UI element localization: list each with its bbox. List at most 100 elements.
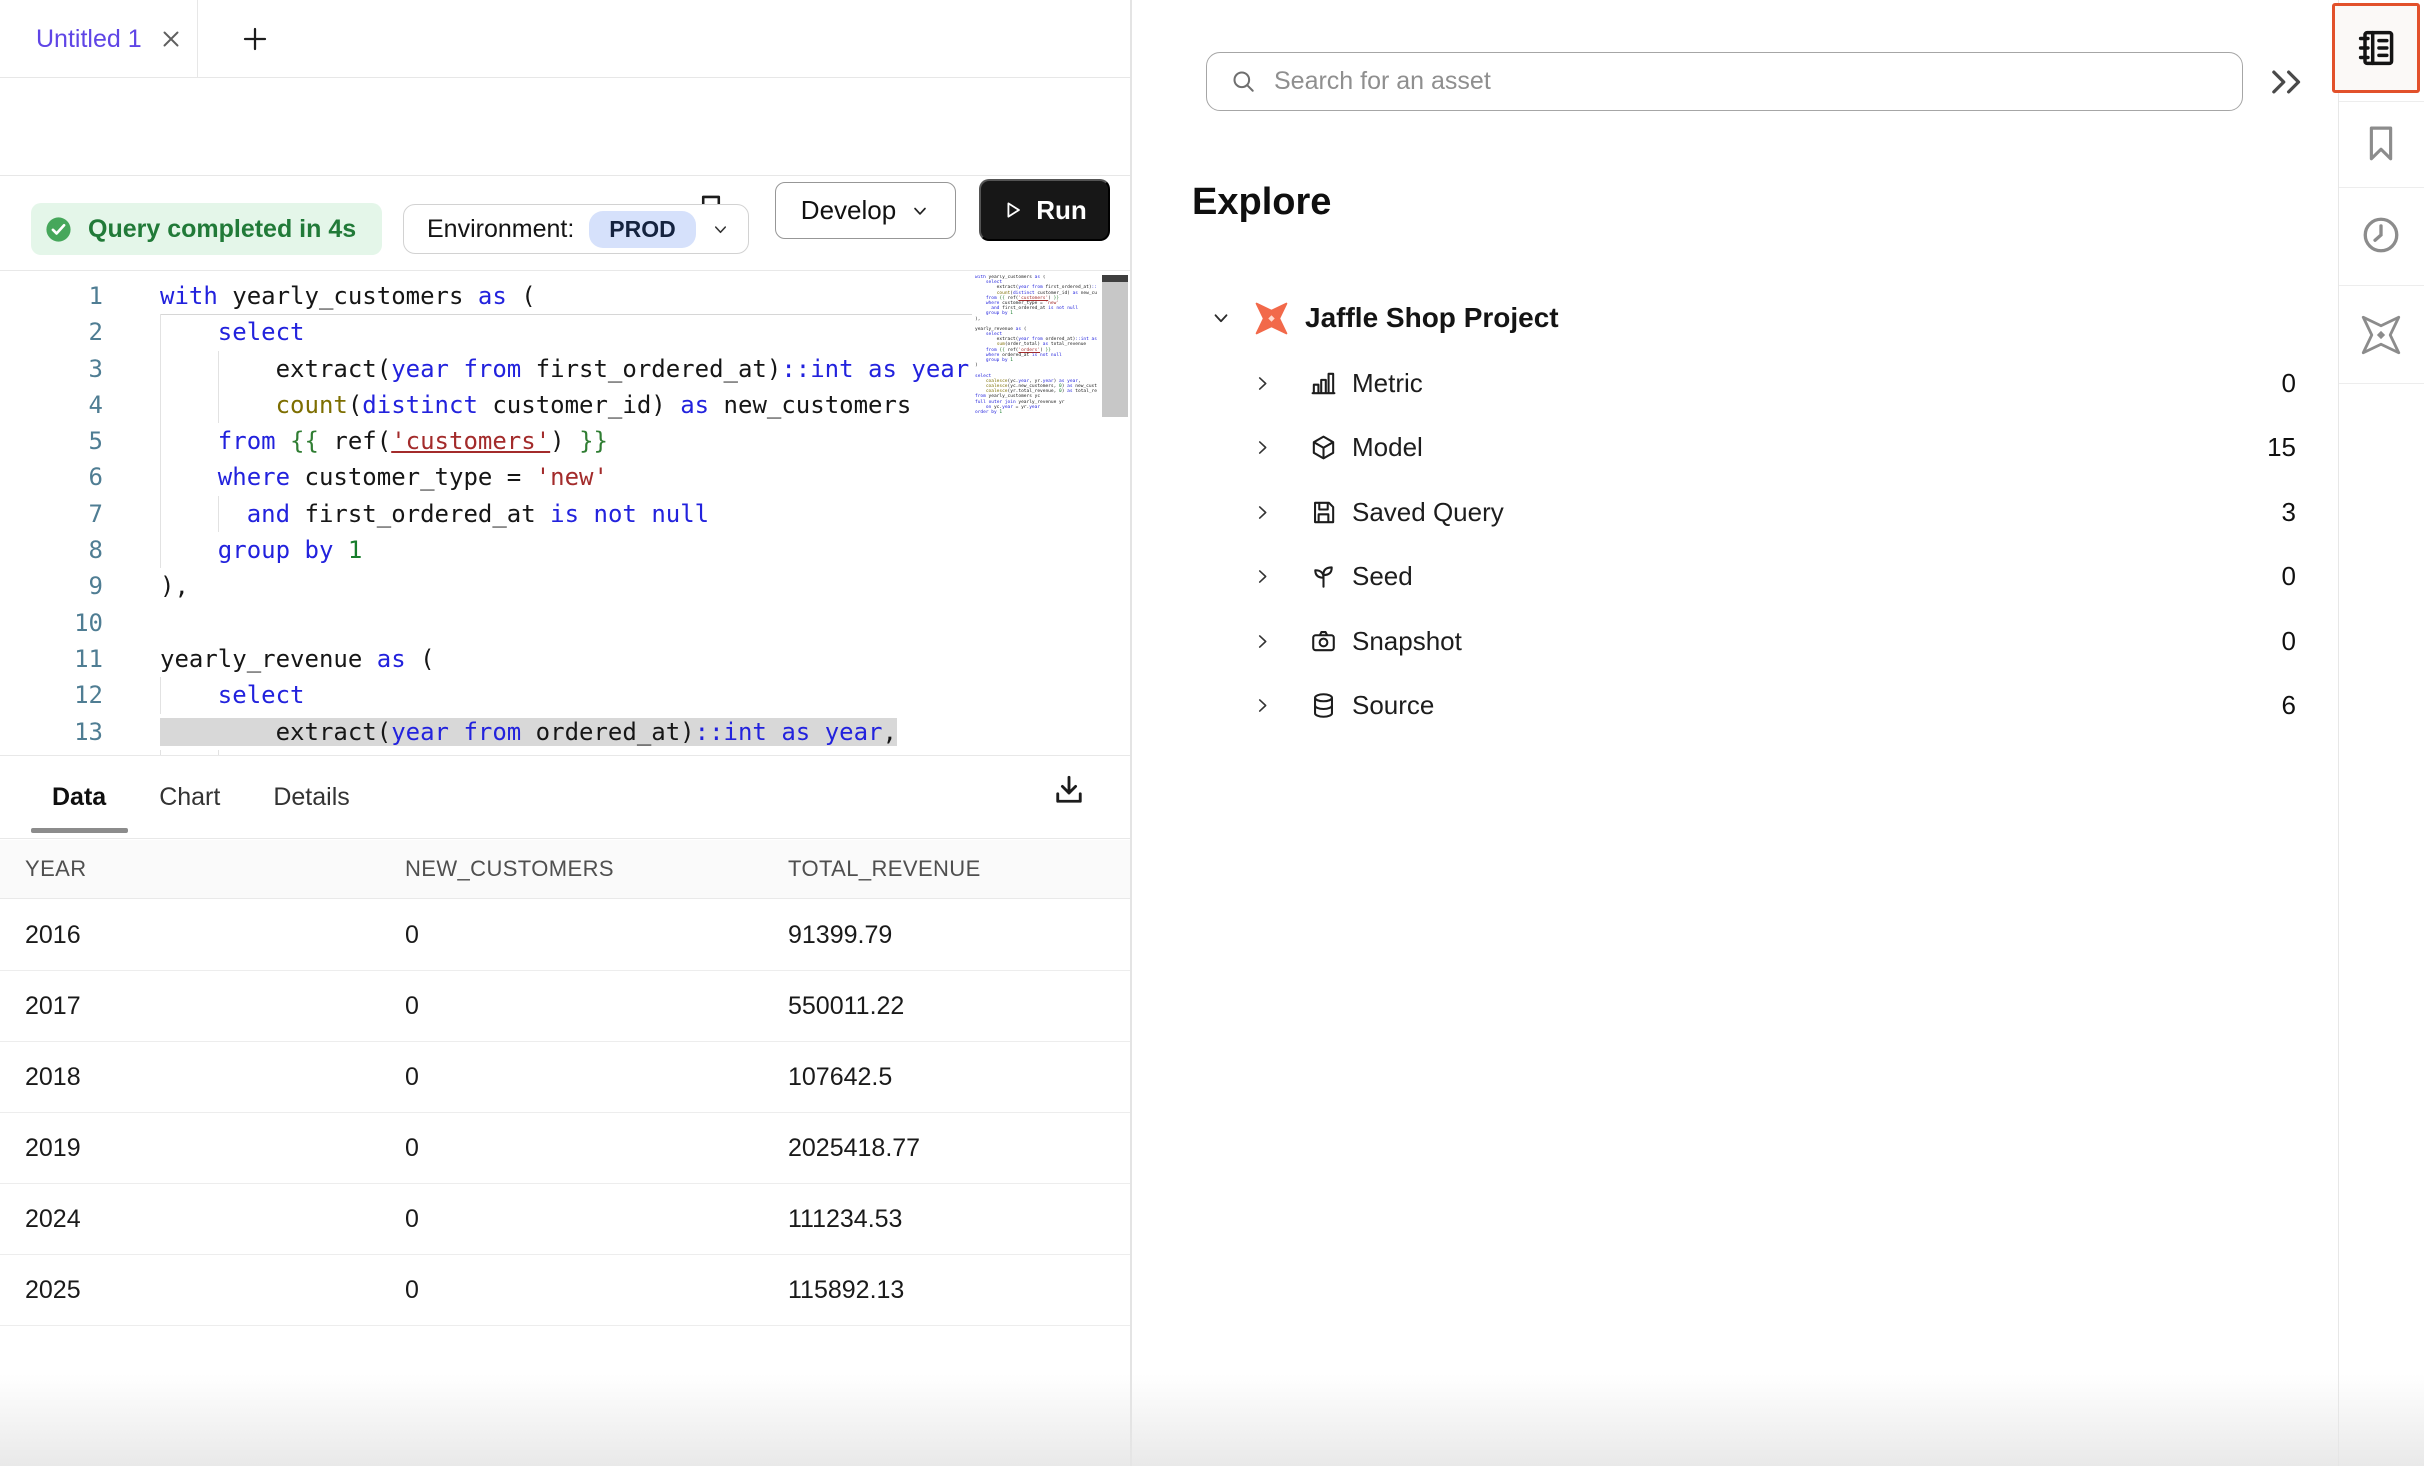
chevron-right-icon[interactable] [1253,503,1272,522]
tree-item-label: Source [1352,690,1434,721]
gutter-line-number: 3 [0,351,103,387]
collapse-panel-button[interactable] [2264,62,2310,102]
dbt-project-logo-icon [1253,300,1290,337]
table-row: 20250115892.13 [0,1255,1130,1326]
code-line[interactable]: and first_ordered_at is not null [160,496,972,532]
table-cell: 2025418.77 [763,1134,1130,1163]
tree-item-count: 15 [2267,432,2296,463]
develop-menu-button[interactable]: Develop [775,182,956,239]
editor-code-area[interactable]: with yearly_customers as ( select extrac… [160,278,972,755]
indent-guide-line [160,459,161,495]
tree-item-count: 0 [2282,626,2296,657]
code-line[interactable]: where customer_type = 'new' [160,459,972,495]
indent-guide-line [160,496,161,532]
code-line[interactable] [160,605,972,641]
gutter-line-number: 13 [0,714,103,750]
code-line[interactable]: select [160,314,972,350]
download-results-button[interactable] [1051,772,1087,808]
tree-item-label: Metric [1352,368,1423,399]
environment-selector[interactable]: Environment: PROD [403,204,749,254]
code-line[interactable]: ), [160,568,972,604]
column-header: YEAR [0,856,380,882]
tab-untitled-1[interactable]: Untitled 1 [0,0,198,78]
environment-value-badge: PROD [589,211,695,248]
dbt-assist-rail-button[interactable] [2359,313,2403,357]
search-icon [1230,68,1257,95]
results-tab-data[interactable]: Data [52,783,106,812]
chevron-right-icon[interactable] [1253,632,1272,651]
gutter-line-number: 9 [0,568,103,604]
gutter-line-number: 5 [0,423,103,459]
code-line[interactable]: select [160,677,972,713]
code-line[interactable]: yearly_revenue as ( [160,641,972,677]
gutter-line-number: 8 [0,532,103,568]
gutter-line-number: 2 [0,314,103,350]
table-row: 20180107642.5 [0,1042,1130,1113]
code-line[interactable]: with yearly_customers as ( [160,278,972,314]
play-icon [1002,199,1024,221]
new-tab-button[interactable] [224,0,286,78]
results-tab-chart[interactable]: Chart [159,783,220,812]
table-cell: 91399.79 [763,921,1130,950]
tree-item-count: 0 [2282,368,2296,399]
results-table-body: 2016091399.7920170550011.2220180107642.5… [0,900,1130,1326]
rail-separator [2339,101,2424,102]
indent-guide-line [160,677,161,713]
code-line[interactable]: extract(year from ordered_at)::int as ye… [160,714,972,750]
table-cell: 115892.13 [763,1276,1130,1305]
app-window: Untitled 1 Develop Run Query completed i… [0,0,2424,1466]
column-header: TOTAL_REVENUE [763,856,1130,882]
notebook-panel-icon [2354,26,2398,70]
tree-item-model[interactable]: Model 15 [1132,416,2296,481]
rail-separator [2339,187,2424,188]
history-rail-button[interactable] [2360,214,2402,256]
tree-item-seed[interactable]: Seed0 [1132,545,2296,610]
explore-tree: Jaffle Shop Project Metric 0 Model 15 Saved … [1132,285,2296,738]
check-circle-icon [44,215,73,244]
environment-label: Environment: [427,215,574,244]
tree-item-count: 3 [2282,497,2296,528]
run-button[interactable]: Run [979,179,1110,241]
tree-item-snapshot[interactable]: Snapshot0 [1132,609,2296,674]
project-name: Jaffle Shop Project [1305,302,1559,334]
chevron-down-icon[interactable] [1210,307,1232,329]
table-cell: 0 [380,992,763,1021]
indent-guide-line [218,351,219,387]
chevron-right-icon[interactable] [1253,374,1272,393]
code-line[interactable]: count(distinct customer_id) as new_custo… [160,387,972,423]
editor-scrollbar-thumb[interactable] [1102,275,1128,282]
editor-minimap[interactable]: with yearly_customers as ( select extrac… [975,275,1097,445]
table-cell: 2018 [0,1063,380,1092]
table-cell: 0 [380,1205,763,1234]
chevron-right-icon[interactable] [1253,567,1272,586]
chevron-right-icon[interactable] [1253,438,1272,457]
table-cell: 2025 [0,1276,380,1305]
chevron-down-icon [711,220,730,239]
tree-item-label: Model [1352,432,1423,463]
chevron-right-icon[interactable] [1253,696,1272,715]
gutter-line-number: 10 [0,605,103,641]
results-tab-details[interactable]: Details [273,783,349,812]
editor-gutter: 1234567891011121314151617181920212223242… [0,278,103,755]
asset-search[interactable] [1206,52,2243,111]
code-line[interactable]: extract(year from first_ordered_at)::int… [160,351,972,387]
explorer-panel-button-selected[interactable] [2332,3,2420,93]
tree-item-metric[interactable]: Metric 0 [1132,351,2296,416]
code-line[interactable]: group by 1 [160,532,972,568]
sql-editor[interactable]: 1234567891011121314151617181920212223242… [0,270,1130,755]
tab-close-icon[interactable] [158,26,184,52]
results-tab-bar: Data Chart Details [0,755,1130,839]
tree-item-label: Saved Query [1352,497,1504,528]
run-label: Run [1036,195,1087,226]
develop-label: Develop [801,195,896,226]
asset-search-input[interactable] [1274,53,2242,110]
table-row: 2016091399.79 [0,900,1130,971]
minimap-slider[interactable] [1102,282,1128,417]
bookmarks-rail-button[interactable] [2360,122,2402,164]
tree-item-saved-query[interactable]: Saved Query 3 [1132,480,2296,545]
indent-guide-line [160,423,161,459]
tree-item-source[interactable]: Source6 [1132,674,2296,739]
tree-project-row[interactable]: Jaffle Shop Project [1132,285,2296,351]
table-cell: 0 [380,1276,763,1305]
code-line[interactable]: from {{ ref('customers') }} [160,423,972,459]
